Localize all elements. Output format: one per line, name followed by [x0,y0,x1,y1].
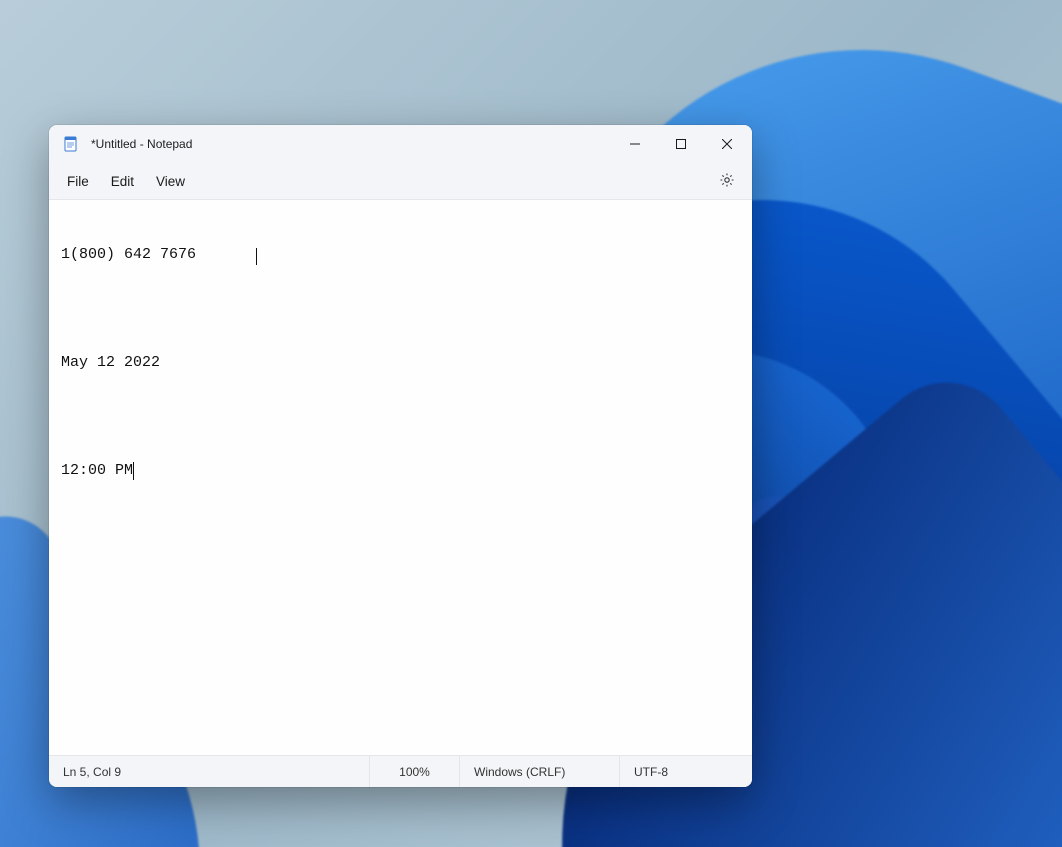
window-title: *Untitled - Notepad [91,137,612,151]
status-zoom[interactable]: 100% [369,756,459,787]
gear-icon [719,172,735,191]
notepad-window: *Untitled - Notepad File Edit View [49,125,752,787]
notepad-app-icon [63,136,79,152]
status-bar: Ln 5, Col 9 100% Windows (CRLF) UTF-8 [49,755,752,787]
minimize-button[interactable] [612,125,658,163]
menu-edit[interactable]: Edit [101,168,144,195]
menu-view[interactable]: View [146,168,195,195]
status-encoding: UTF-8 [619,756,752,787]
status-position: Ln 5, Col 9 [49,756,369,787]
settings-button[interactable] [710,166,744,196]
text-ibeam-cursor-icon [256,248,257,265]
close-button[interactable] [704,125,750,163]
menu-file[interactable]: File [57,168,99,195]
text-line [61,408,740,426]
status-line-ending: Windows (CRLF) [459,756,619,787]
window-controls [612,125,750,163]
text-line: 12:00 PM [61,462,740,480]
text-line: May 12 2022 [61,354,740,372]
titlebar[interactable]: *Untitled - Notepad [49,125,752,163]
text-line: 1(800) 642 7676 [61,246,740,264]
menu-bar: File Edit View [49,163,752,200]
text-line [61,300,740,318]
text-editor[interactable]: 1(800) 642 7676 May 12 2022 12:00 PM [49,200,752,755]
maximize-button[interactable] [658,125,704,163]
